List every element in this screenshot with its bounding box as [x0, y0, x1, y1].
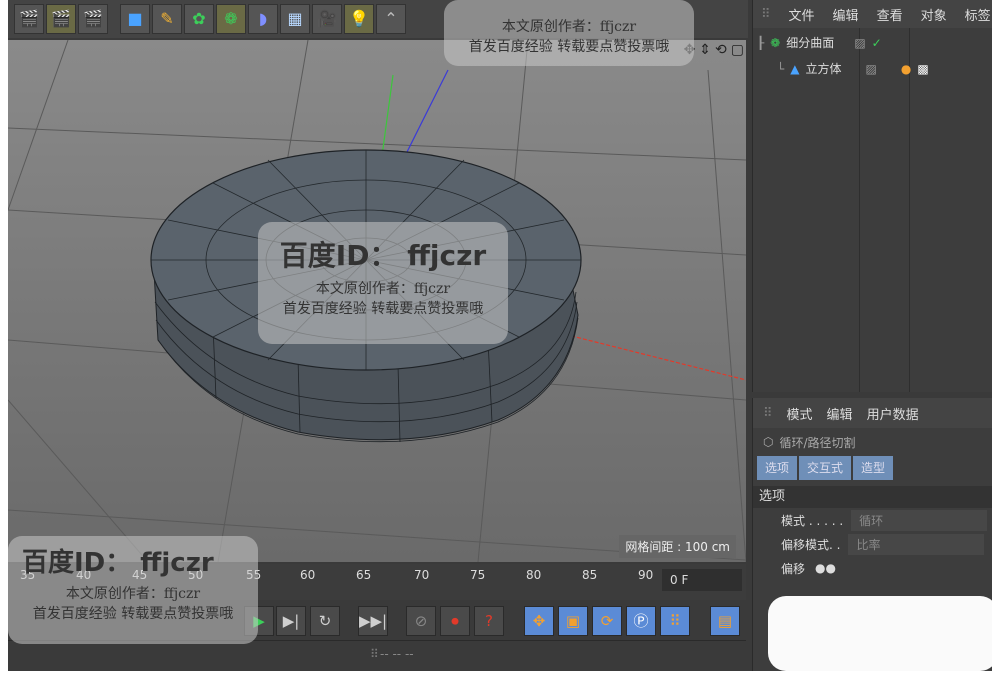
tick-label: 65	[356, 568, 372, 582]
cinema4d-window: 🎬 🎬 🎬 ■ ✎ ✿ ❁ ◗ ▦ 🎥 💡 ⌃ ⇕ ⟲ ▢ 网格间距: 100…	[8, 0, 992, 671]
field-label: 模式 . . . . .	[781, 513, 844, 528]
deformer-icon[interactable]: ◗	[248, 4, 278, 34]
menu-user-data[interactable]: 用户数据	[867, 404, 919, 423]
object-manager: ⠿ 文件 编辑 查看 对象 标签 ┠ ❁ 细分曲面 ▨ ✓ └ ▲ 立方体 ▨ …	[752, 0, 992, 392]
watermark-top-author: 本文原创作者：ffjczr	[501, 19, 637, 35]
floor-icon[interactable]: ▦	[280, 4, 310, 34]
light-icon[interactable]: 💡	[344, 4, 374, 34]
watermark-slogan: 首发百度经验 转载要点赞投票哦	[32, 606, 234, 622]
menu-view[interactable]: 查看	[877, 5, 903, 24]
phong-tag-icon[interactable]: ●	[901, 62, 911, 76]
enabled-check-icon[interactable]: ✓	[872, 36, 882, 50]
object-manager-menu: ⠿ 文件 编辑 查看 对象 标签	[753, 0, 992, 28]
object-row-cube[interactable]: └ ▲ 立方体 ▨ ● ▩	[777, 60, 929, 77]
position-key-icon[interactable]: ✥	[524, 606, 554, 636]
tree-line-icon: ┠	[757, 35, 765, 50]
attributes-menu: ⠿ 模式 编辑 用户数据	[753, 398, 992, 428]
autokey-icon[interactable]: ⏺	[440, 606, 470, 636]
scale-key-icon[interactable]: ▣	[558, 606, 588, 636]
tick-label: 90	[638, 568, 654, 582]
object-row-subdivision[interactable]: ┠ ❁ 细分曲面 ▨ ✓	[757, 34, 882, 51]
parameter-key-icon[interactable]: Ⓟ	[626, 606, 656, 636]
watermark-author: 本文原创作者：ffjczr	[65, 586, 201, 602]
menu-edit[interactable]: 编辑	[827, 404, 853, 423]
cube-icon[interactable]: ■	[120, 4, 150, 34]
watermark-bottom-left: 百度ID： ffjczr 本文原创作者：ffjczr 首发百度经验 转载要点赞投…	[8, 536, 258, 644]
render-picture-viewer-icon[interactable]: 🎬	[46, 4, 76, 34]
watermark-center: 百度ID： ffjczr 本文原创作者：ffjczr 首发百度经验 转载要点赞投…	[258, 222, 508, 344]
tool-name: 循环/路径切割	[779, 435, 856, 450]
material-bar-text: -- -- --	[380, 647, 414, 661]
object-name[interactable]: 细分曲面	[786, 34, 834, 51]
tool-header: ⬡ 循环/路径切割	[753, 428, 992, 456]
layer-icon[interactable]: ▨	[854, 36, 865, 50]
render-settings-icon[interactable]: 🎬	[78, 4, 108, 34]
menu-drag-handle-icon[interactable]: ⠿	[761, 7, 771, 22]
loop-icon[interactable]: ↻	[310, 606, 340, 636]
point-level-key-icon[interactable]: ⠿	[660, 606, 690, 636]
field-label: 偏移	[781, 561, 806, 576]
watermark-top-slogan: 首发百度经验 转载要点赞投票哦	[468, 39, 670, 55]
menu-mode[interactable]: 模式	[787, 404, 813, 423]
subdivision-icon[interactable]: ✿	[184, 4, 214, 34]
watermark-top: 本文原创作者：ffjczr 首发百度经验 转载要点赞投票哦	[444, 0, 694, 66]
timeline-window-icon[interactable]: ▤	[710, 606, 740, 636]
menu-file[interactable]: 文件	[789, 5, 815, 24]
watermark-id: 百度ID： ffjczr	[279, 239, 487, 272]
x-axis-line	[547, 329, 746, 381]
mode-select[interactable]: 循环	[851, 509, 988, 531]
attributes-tabs: 选项 交互式 造型	[753, 456, 992, 480]
tick-label: 60	[300, 568, 316, 582]
watermark-author: 本文原创作者：ffjczr	[315, 281, 451, 297]
record-disabled-icon[interactable]: ⊘	[406, 606, 436, 636]
go-to-end-icon[interactable]: ▶▶|	[358, 606, 388, 636]
current-frame-field[interactable]: 0 F	[662, 569, 742, 591]
material-manager-bar: ⠿ -- -- --	[8, 640, 746, 671]
next-frame-icon[interactable]: ▶|	[276, 606, 306, 636]
field-offset: 偏移 ●●	[753, 556, 992, 580]
tab-modeling[interactable]: 造型	[853, 456, 894, 480]
tab-options[interactable]: 选项	[757, 456, 798, 480]
tick-label: 80	[526, 568, 542, 582]
maximize-view-icon[interactable]: ▢	[731, 42, 744, 58]
watermark-slogan: 首发百度经验 转载要点赞投票哦	[282, 301, 484, 317]
tab-interactive[interactable]: 交互式	[799, 456, 852, 480]
camera-icon[interactable]: 🎥	[312, 4, 342, 34]
offset-mode-select[interactable]: 比率	[848, 533, 985, 555]
pen-spline-icon[interactable]: ✎	[152, 4, 182, 34]
tick-label: 85	[582, 568, 598, 582]
layer-icon[interactable]: ▨	[865, 62, 876, 76]
rotate-view-icon[interactable]: ⟲	[715, 42, 727, 58]
texture-tag-icon[interactable]: ▩	[917, 62, 928, 76]
generator-icon[interactable]: ❁	[216, 4, 246, 34]
axis-icon[interactable]: ⌃	[376, 4, 406, 34]
menu-tags[interactable]: 标签	[965, 5, 991, 24]
menu-drag-handle-icon[interactable]: ⠿	[763, 406, 773, 421]
field-label: 偏移模式. .	[781, 537, 841, 552]
section-options: 选项	[753, 486, 992, 508]
dolly-view-icon[interactable]: ⇕	[699, 42, 711, 58]
rotation-key-icon[interactable]: ⟳	[592, 606, 622, 636]
tick-label: 75	[470, 568, 486, 582]
knife-tool-icon: ⬡	[763, 435, 774, 449]
menu-edit[interactable]: 编辑	[833, 5, 859, 24]
grid-spacing-label: 网格间距 : 100 cm	[619, 535, 736, 558]
offset-slider-handle-icon[interactable]: ●●	[815, 561, 836, 575]
menu-drag-handle-icon[interactable]: ⠿	[370, 647, 379, 661]
field-offset-mode: 偏移模式. . 比率	[753, 532, 992, 556]
tick-label: 70	[414, 568, 430, 582]
subdivision-object-icon: ❁	[770, 35, 781, 50]
white-overlay-blob	[768, 596, 992, 671]
render-view-icon[interactable]: 🎬	[14, 4, 44, 34]
watermark-id: 百度ID： ffjczr	[22, 548, 214, 578]
tree-line-icon: └	[777, 61, 785, 76]
cube-object-icon: ▲	[790, 61, 800, 76]
help-key-icon[interactable]: ?	[474, 606, 504, 636]
object-name[interactable]: 立方体	[805, 60, 841, 77]
field-mode: 模式 . . . . . 循环	[753, 508, 992, 532]
menu-object[interactable]: 对象	[921, 5, 947, 24]
